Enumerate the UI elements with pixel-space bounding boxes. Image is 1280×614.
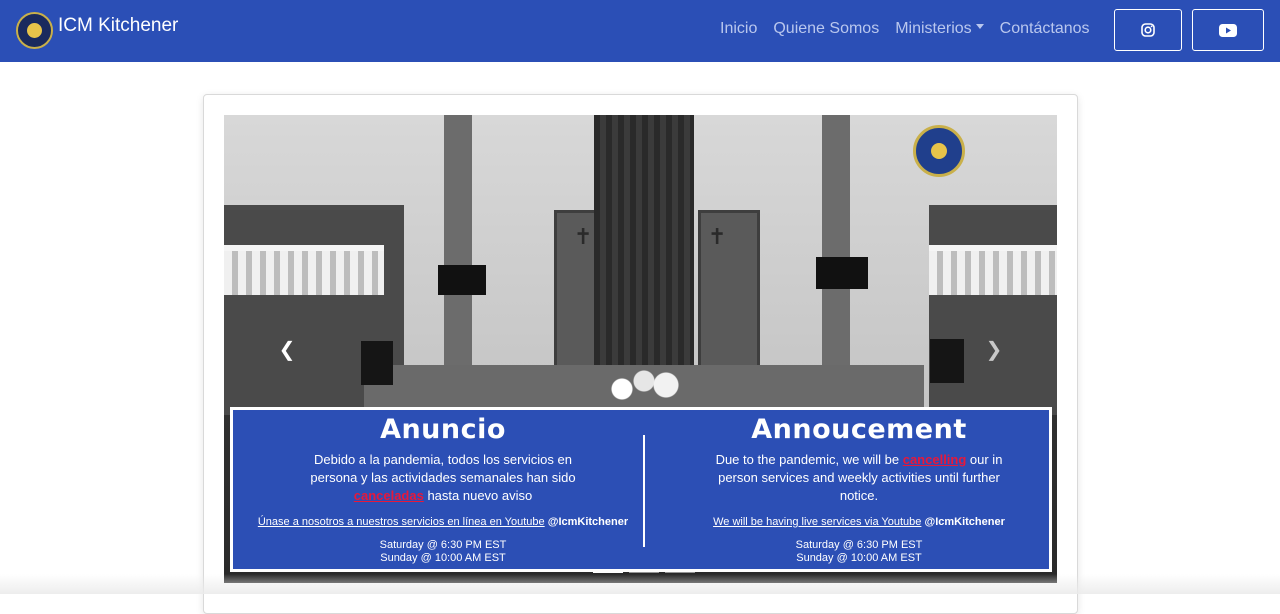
- announcement-title-es: Anuncio: [380, 414, 506, 445]
- nav-item-quiene-somos[interactable]: Quiene Somos: [765, 18, 887, 40]
- right-balcony: [929, 205, 1057, 415]
- tv-screen: [438, 265, 486, 295]
- youtube-button[interactable]: [1192, 9, 1264, 51]
- brand-name: ICM Kitchener: [58, 14, 179, 36]
- carousel-next-button[interactable]: ❯: [979, 337, 1009, 361]
- instagram-button[interactable]: [1114, 9, 1182, 51]
- speaker: [930, 339, 964, 383]
- nav-menu: Inicio Quiene Somos Ministerios Contácta…: [712, 18, 1098, 40]
- carousel-indicator-1[interactable]: [593, 570, 623, 573]
- highlight-text: canceladas: [353, 488, 424, 503]
- carousel-indicator-3[interactable]: [665, 570, 695, 573]
- speaker: [361, 341, 393, 385]
- cross-icon: ✝: [708, 225, 727, 250]
- highlight-text: cancelling: [902, 452, 967, 467]
- schedule-line: Sunday @ 10:00 AM EST: [380, 552, 506, 564]
- top-navbar: ICM Kitchener Inicio Quiene Somos Minist…: [0, 0, 1280, 62]
- church-logo-icon: [16, 12, 53, 49]
- schedule-line: Sunday @ 10:00 AM EST: [796, 552, 922, 564]
- youtube-handle: @IcmKitchener: [921, 516, 1005, 528]
- image-carousel: ✝ ✝ ❮ ❯ Anuncio Debido a la pandemia, to…: [224, 115, 1057, 583]
- schedule-line: Saturday @ 6:30 PM EST: [795, 539, 923, 551]
- live-text: Únase a nosotros a nuestros servicios en…: [257, 516, 545, 528]
- announcement-title-en: Annoucement: [751, 414, 967, 445]
- youtube-handle: @IcmKitchener: [544, 516, 629, 528]
- announcement-card: ✝ ✝ ❮ ❯ Anuncio Debido a la pandemia, to…: [203, 94, 1078, 614]
- nav-item-ministerios-label: Ministerios: [895, 20, 972, 37]
- youtube-icon: [1219, 23, 1237, 37]
- announcement-body-en: Due to the pandemic, we will be cancelli…: [659, 451, 1057, 505]
- schedule-en: Saturday @ 6:30 PM EST Sunday @ 10:00 AM…: [659, 539, 1057, 565]
- body-text: hasta nuevo aviso: [423, 488, 533, 503]
- schedule-line: Saturday @ 6:30 PM EST: [379, 539, 507, 551]
- announcement-banner: Anuncio Debido a la pandemia, todos los …: [230, 407, 1052, 572]
- chevron-left-icon: ❮: [278, 337, 296, 361]
- nav-item-inicio[interactable]: Inicio: [712, 18, 765, 40]
- chevron-down-icon: [975, 24, 984, 30]
- schedule-es: Saturday @ 6:30 PM EST Sunday @ 10:00 AM…: [243, 539, 643, 565]
- announcement-spanish: Anuncio Debido a la pandemia, todos los …: [243, 410, 643, 565]
- instagram-icon: [1141, 23, 1155, 37]
- announcement-body-es: Debido a la pandemia, todos los servicio…: [243, 451, 643, 505]
- tv-screen: [816, 257, 868, 289]
- banner-divider: [643, 435, 645, 547]
- carousel-prev-button[interactable]: ❮: [272, 337, 302, 361]
- chevron-right-icon: ❯: [985, 337, 1003, 361]
- body-text: Due to the pandemic, we will be: [715, 452, 903, 467]
- flowers: [589, 365, 699, 405]
- live-services-es: Únase a nosotros a nuestros servicios en…: [243, 515, 643, 529]
- carousel-indicators: [590, 570, 698, 573]
- nav-item-contactanos[interactable]: Contáctanos: [992, 18, 1098, 40]
- cross-icon: ✝: [574, 225, 593, 250]
- live-text: We will be having live services via Yout…: [713, 516, 922, 528]
- brand-link[interactable]: ICM Kitchener: [16, 12, 178, 49]
- announcement-english: Annoucement Due to the pandemic, we will…: [659, 410, 1057, 565]
- right-balcony-railing: [929, 245, 1057, 295]
- nav-item-ministerios-dropdown[interactable]: Ministerios: [887, 18, 991, 40]
- page-bottom-shadow: [0, 574, 1280, 594]
- church-emblem-icon: [913, 125, 965, 177]
- body-text: Debido a la pandemia, todos los servicio…: [310, 452, 576, 485]
- left-balcony-railing: [224, 245, 384, 295]
- live-services-en: We will be having live services via Yout…: [659, 515, 1057, 529]
- carousel-indicator-2[interactable]: [629, 570, 659, 573]
